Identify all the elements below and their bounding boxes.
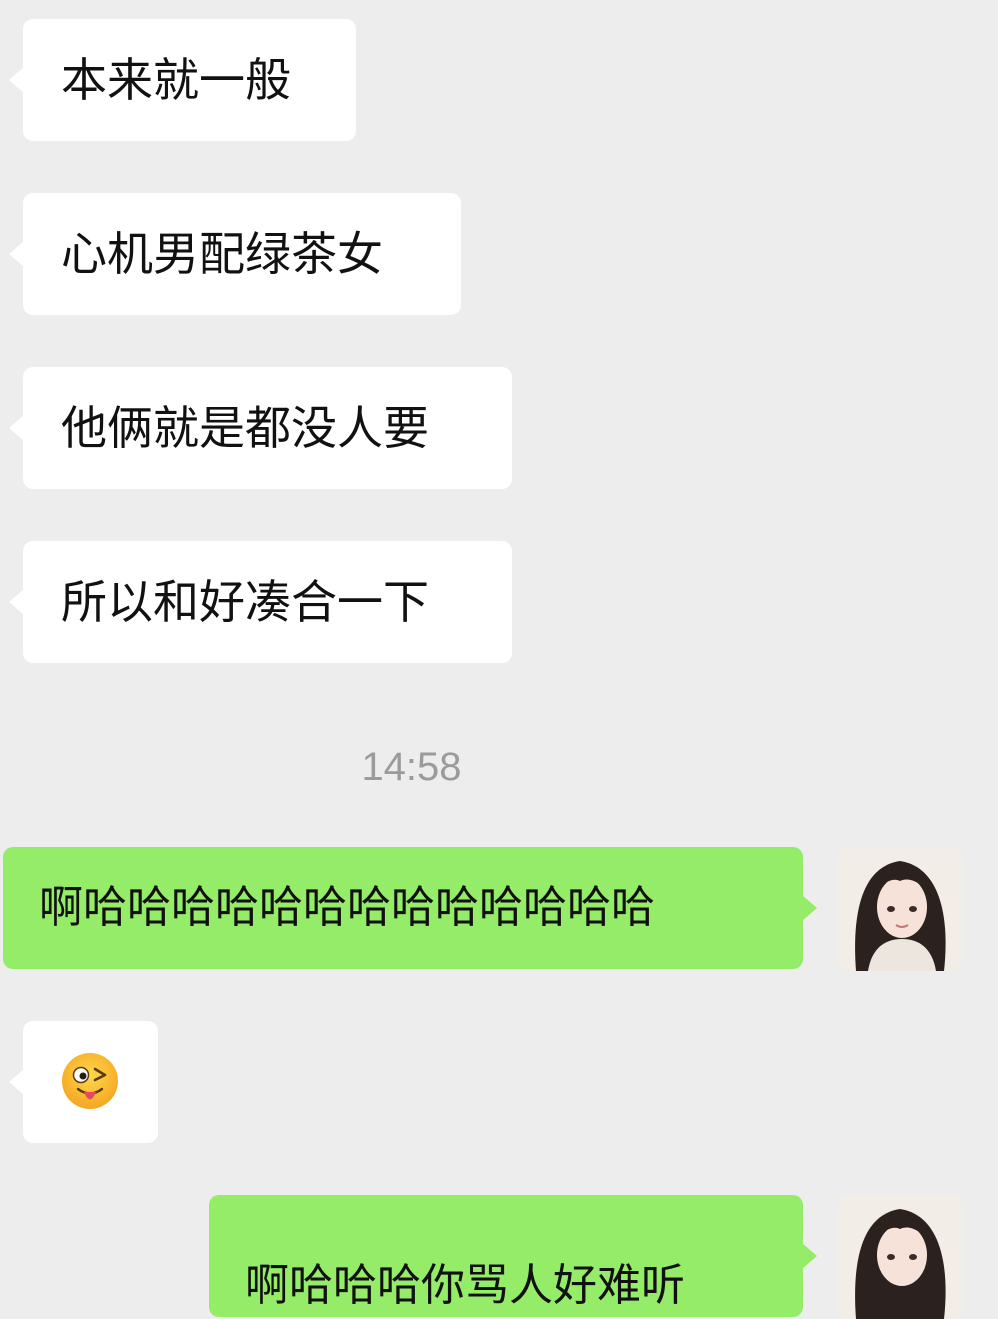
user-avatar-icon xyxy=(838,1195,962,1319)
avatar[interactable] xyxy=(838,847,962,971)
message-bubble-incoming[interactable]: 所以和好凑合一下 xyxy=(9,541,512,663)
message-bubble-incoming[interactable] xyxy=(9,1021,158,1143)
message-bubble-outgoing[interactable]: 啊哈哈哈哈哈哈哈哈哈哈哈哈哈 xyxy=(3,847,817,969)
message-text: 他俩就是都没人要 xyxy=(61,401,429,455)
message-text: 本来就一般 xyxy=(61,53,291,107)
message-bubble-incoming[interactable]: 本来就一般 xyxy=(9,19,356,141)
chat-screen: { "colors": { "background": "#ededed", "… xyxy=(0,0,998,1319)
message-bubble-outgoing[interactable]: 啊哈哈哈你骂人好难听 xyxy=(209,1195,817,1317)
message-timestamp: 14:58 xyxy=(361,745,462,789)
message-text: 所以和好凑合一下 xyxy=(61,575,429,629)
avatar[interactable] xyxy=(838,1195,962,1319)
message-text: 啊哈哈哈哈哈哈哈哈哈哈哈哈哈 xyxy=(39,882,655,933)
message-bubble-incoming[interactable]: 心机男配绿茶女 xyxy=(9,193,461,315)
message-text: 心机男配绿茶女 xyxy=(61,227,383,281)
message-bubble-incoming[interactable]: 他俩就是都没人要 xyxy=(9,367,512,489)
user-avatar-icon xyxy=(838,847,962,971)
message-text: 啊哈哈哈你骂人好难听 xyxy=(245,1260,685,1311)
winking-face-with-tongue-icon xyxy=(62,1053,118,1109)
